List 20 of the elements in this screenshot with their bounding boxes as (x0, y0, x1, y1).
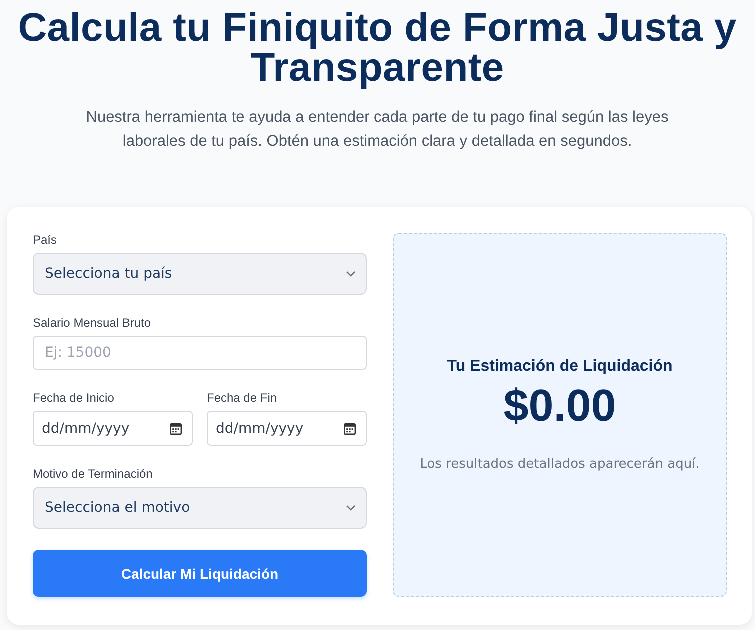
calculate-button[interactable]: Calcular Mi Liquidación (33, 550, 367, 597)
field-label: Motivo de Terminación (33, 467, 153, 481)
dropdown-select[interactable]: Selecciona tu país (33, 253, 367, 295)
chevron-down-icon (346, 271, 356, 277)
result-amount: $0.00 (504, 382, 616, 430)
field-label: País (33, 233, 58, 247)
calendar-icon[interactable] (344, 423, 356, 435)
date-input[interactable]: dd/mm/yyyy (207, 411, 367, 446)
field-label: Fecha de Fin (207, 391, 278, 405)
chevron-down-icon (346, 505, 356, 511)
result-note: Los resultados detallados aparecerán aquí. (420, 457, 700, 473)
field-label: Fecha de Inicio (33, 391, 114, 405)
page-subtitle: Nuestra herramienta te ayuda a entender cada parte de tu pago final según las leyes laborales de tu país. Obtén una estimación clara y detallada en segundos. (85, 108, 670, 152)
dropdown-select[interactable]: Selecciona el motivo (33, 487, 367, 529)
result-title: Tu Estimación de Liquidación (447, 357, 673, 377)
page-title: Calcula tu Finiquito de Forma Justa y Transparente (17, 8, 738, 88)
salary-input[interactable]: Ej: 15000 (33, 336, 367, 370)
date-input[interactable]: dd/mm/yyyy (33, 411, 193, 446)
calendar-icon[interactable] (170, 423, 182, 435)
field-label: Salario Mensual Bruto (33, 316, 152, 330)
